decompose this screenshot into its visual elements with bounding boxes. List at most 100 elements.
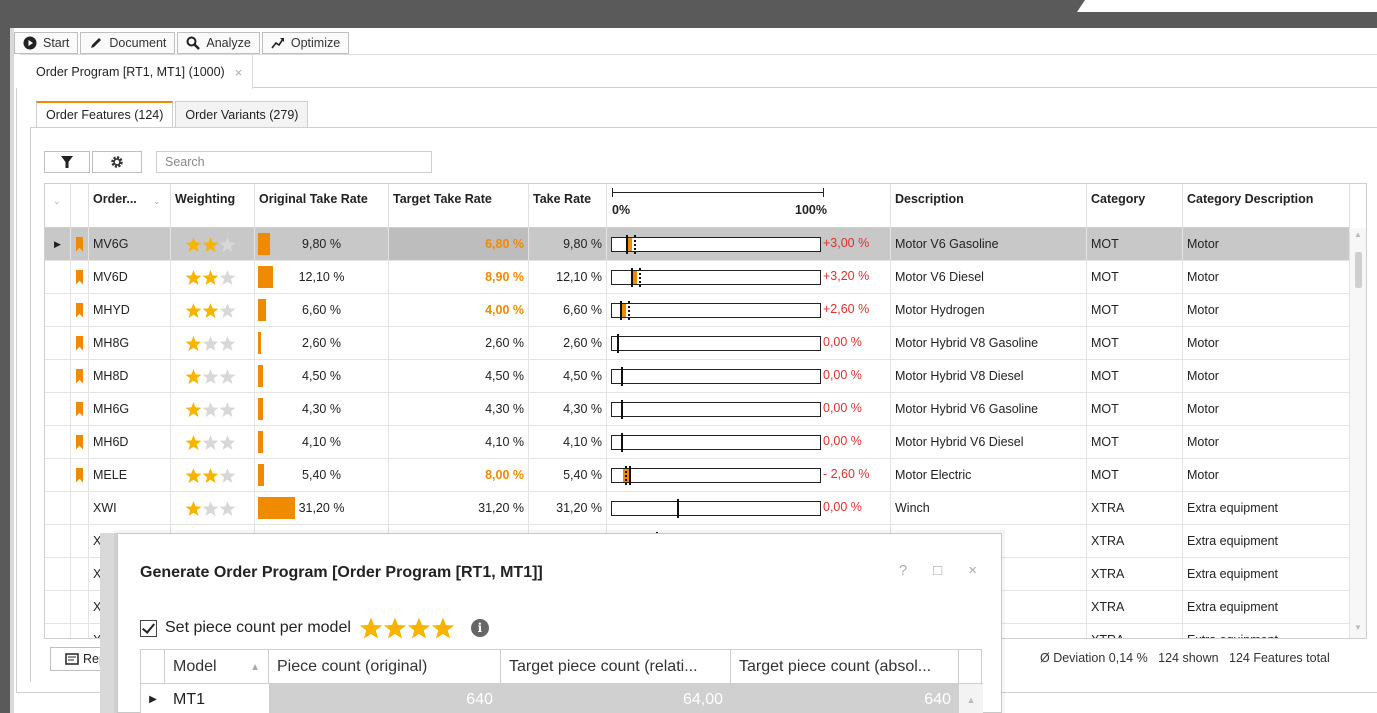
target-take-rate-cell[interactable]: 4,10 % [389, 426, 529, 458]
target-take-rate-value: 8,00 % [485, 468, 524, 482]
row-expander[interactable] [45, 591, 71, 623]
row-expander-icon[interactable]: ▶ [141, 684, 165, 713]
table-row[interactable]: ▶ MV6G 9,80 % 6,80 % 9,80 % +3,00 % Motor V6 G… [45, 228, 1350, 261]
piece-count-checkbox-label[interactable]: Set piece count per model [165, 619, 351, 637]
bookmark-cell[interactable] [71, 525, 89, 557]
bookmark-cell[interactable] [71, 294, 89, 326]
scale-tick-min [612, 188, 613, 197]
close-icon[interactable]: × [235, 65, 243, 80]
order-code-cell: MELE [89, 459, 171, 491]
document-tab[interactable]: Order Program [RT1, MT1] (1000) × [20, 55, 254, 89]
filter-button[interactable] [44, 151, 90, 173]
bookmark-cell[interactable] [71, 492, 89, 524]
tab-order-variants[interactable]: Order Variants (279) [175, 101, 309, 127]
target-take-rate-cell[interactable]: 8,00 % [389, 459, 529, 491]
header-model[interactable]: Model ▲ [165, 650, 269, 684]
vertical-scrollbar[interactable]: ▲ ▼ [1350, 228, 1366, 638]
star-icon [202, 236, 219, 252]
header-take-rate[interactable]: Take Rate [529, 184, 607, 228]
table-row[interactable]: MELE 5,40 % 8,00 % 5,40 % - 2,60 % Motor Elec… [45, 459, 1350, 492]
header-target-absolute[interactable]: Target piece count (absol... [731, 650, 959, 684]
target-take-rate-cell[interactable]: 4,00 % [389, 294, 529, 326]
header-category[interactable]: Category [1087, 184, 1183, 228]
close-icon[interactable]: × [968, 562, 977, 579]
target-take-rate-cell[interactable]: 31,20 % [389, 492, 529, 524]
dialog-scroll-up-icon[interactable]: ▲ [959, 684, 983, 713]
row-expander[interactable] [45, 558, 71, 590]
bookmark-cell[interactable] [71, 624, 89, 638]
scroll-down-icon[interactable]: ▼ [1354, 623, 1362, 632]
row-expander[interactable] [45, 261, 71, 293]
row-expander[interactable]: ▶ [45, 228, 71, 260]
target-relative-cell[interactable]: 64,00 [501, 684, 731, 713]
row-expander[interactable] [45, 492, 71, 524]
target-take-rate-cell[interactable]: 6,80 % [389, 228, 529, 260]
row-expander[interactable] [45, 327, 71, 359]
optimize-button[interactable]: Optimize [261, 32, 350, 54]
scrollbar-thumb[interactable] [1355, 252, 1362, 288]
header-original-take-rate[interactable]: Original Take Rate [255, 184, 389, 228]
piece-count-checkbox[interactable] [140, 619, 157, 637]
weighting-cell[interactable] [171, 228, 255, 260]
weighting-cell[interactable] [171, 327, 255, 359]
bookmark-cell[interactable] [71, 591, 89, 623]
header-category-description[interactable]: Category Description [1183, 184, 1350, 228]
row-expander[interactable] [45, 294, 71, 326]
row-expander[interactable] [45, 360, 71, 392]
take-rate-bar [611, 301, 821, 320]
star-icon [219, 302, 236, 318]
header-target-take-rate[interactable]: Target Take Rate [389, 184, 529, 228]
table-row[interactable]: MH8G 2,60 % 2,60 % 2,60 % 0,00 % Motor Hybrid… [45, 327, 1350, 360]
row-expander[interactable] [45, 459, 71, 491]
bookmark-cell[interactable] [71, 228, 89, 260]
header-bookmark [71, 184, 89, 228]
target-take-rate-cell[interactable]: 4,50 % [389, 360, 529, 392]
row-expander[interactable] [45, 426, 71, 458]
description-cell: Motor Hybrid V6 Diesel [891, 426, 1087, 458]
bookmark-cell[interactable] [71, 459, 89, 491]
settings-button[interactable] [92, 151, 142, 173]
bookmark-cell[interactable] [71, 393, 89, 425]
table-row[interactable]: MH6D 4,10 % 4,10 % 4,10 % 0,00 % Motor Hybrid… [45, 426, 1350, 459]
target-take-rate-cell[interactable]: 2,60 % [389, 327, 529, 359]
table-row[interactable]: MV6D 12,10 % 8,90 % 12,10 % +3,20 % Motor V6 … [45, 261, 1350, 294]
header-order[interactable]: Order... ⌄ [89, 184, 171, 228]
weighting-cell[interactable] [171, 492, 255, 524]
table-row[interactable]: XWI 31,20 % 31,20 % 31,20 % 0,00 % Winch XTRA E… [45, 492, 1350, 525]
weighting-cell[interactable] [171, 426, 255, 458]
row-expander[interactable] [45, 393, 71, 425]
bookmark-cell[interactable] [71, 426, 89, 458]
target-take-rate-cell[interactable]: 4,30 % [389, 393, 529, 425]
start-button[interactable]: Start [14, 32, 79, 54]
table-row[interactable]: MHYD 6,60 % 4,00 % 6,60 % +2,60 % Motor Hydro… [45, 294, 1350, 327]
bookmark-cell[interactable] [71, 360, 89, 392]
weighting-cell[interactable] [171, 360, 255, 392]
document-button[interactable]: Document [80, 32, 176, 54]
row-expander[interactable] [45, 525, 71, 557]
model-row[interactable]: ▶ MT1 640 64,00 640 ▲ [141, 684, 983, 713]
table-row[interactable]: MH8D 4,50 % 4,50 % 4,50 % 0,00 % Motor Hybrid… [45, 360, 1350, 393]
analyze-button[interactable]: Analyze [177, 32, 260, 54]
target-take-rate-cell[interactable]: 8,90 % [389, 261, 529, 293]
maximize-icon[interactable]: □ [933, 562, 942, 579]
header-target-relative[interactable]: Target piece count (relati... [501, 650, 731, 684]
bookmark-cell[interactable] [71, 558, 89, 590]
search-input[interactable] [156, 151, 432, 173]
weighting-cell[interactable] [171, 261, 255, 293]
scroll-up-icon[interactable]: ▲ [1354, 230, 1362, 239]
weighting-cell[interactable] [171, 393, 255, 425]
header-weighting[interactable]: Weighting [171, 184, 255, 228]
header-piece-count-original[interactable]: Piece count (original) [269, 650, 501, 684]
header-description[interactable]: Description [891, 184, 1087, 228]
weighting-cell[interactable] [171, 294, 255, 326]
table-row[interactable]: MH6G 4,30 % 4,30 % 4,30 % 0,00 % Motor Hybrid… [45, 393, 1350, 426]
info-icon[interactable]: i [470, 619, 489, 637]
bookmark-cell[interactable] [71, 327, 89, 359]
weighting-cell[interactable] [171, 459, 255, 491]
weighting-stars [185, 467, 236, 484]
tab-order-features[interactable]: Order Features (124) [36, 101, 174, 127]
row-expander[interactable] [45, 624, 71, 638]
help-icon[interactable]: ? [899, 562, 907, 579]
bookmark-cell[interactable] [71, 261, 89, 293]
target-absolute-cell[interactable]: 640 [731, 684, 959, 713]
